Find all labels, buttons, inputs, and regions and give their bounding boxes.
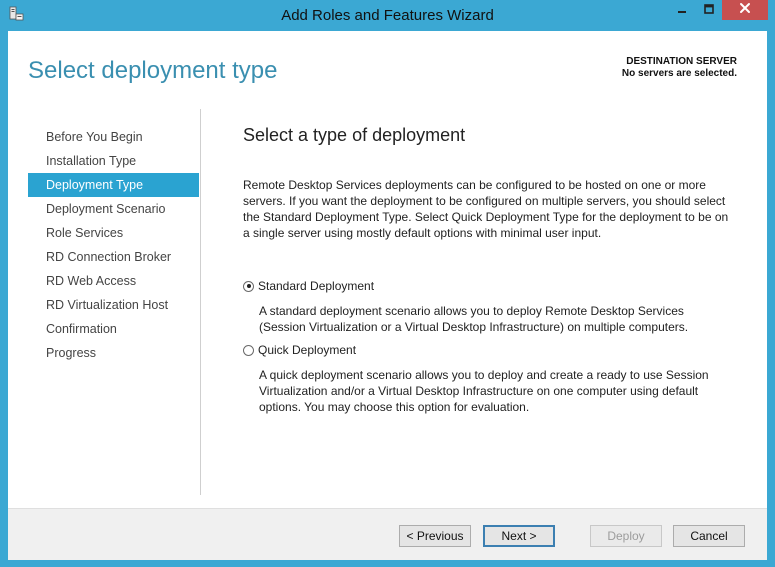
maximize-button[interactable]	[695, 0, 722, 20]
deploy-button: Deploy	[590, 525, 662, 547]
nav-item-rd-virtualization-host: RD Virtualization Host	[46, 298, 169, 312]
nav-item-progress: Progress	[46, 346, 97, 360]
standard-deployment-description: A standard deployment scenario allows yo…	[259, 304, 689, 334]
cancel-button[interactable]: Cancel	[673, 525, 745, 547]
standard-deployment-radio[interactable]	[243, 280, 254, 292]
destination-label: DESTINATION SERVER	[626, 56, 737, 67]
intro-text: Remote Desktop Services deployments can …	[243, 178, 729, 240]
wizard-footer: < Previous Next > Deploy Cancel	[8, 508, 767, 560]
quick-deployment-radio[interactable]	[243, 344, 254, 356]
nav-item-before-you-begin[interactable]: Before You Begin	[28, 125, 199, 149]
minimize-button[interactable]	[668, 0, 695, 20]
content-heading: Select a type of deployment	[243, 125, 466, 145]
destination-value: No servers are selected.	[621, 68, 737, 79]
quick-deployment-option[interactable]: Quick Deployment	[243, 343, 356, 357]
close-icon	[739, 1, 751, 19]
standard-deployment-label[interactable]: Standard Deployment	[258, 279, 374, 293]
window-title: Add Roles and Features Wizard	[281, 7, 494, 24]
page-title: Select deployment type	[28, 57, 278, 84]
wizard-nav: Before You Begin Installation Type Deplo…	[28, 125, 199, 365]
wizard-header: Select deployment type DESTINATION SERVE…	[8, 31, 767, 109]
maximize-icon	[703, 1, 714, 19]
previous-button[interactable]: < Previous	[399, 525, 471, 547]
next-button[interactable]: Next >	[483, 525, 555, 547]
nav-item-rd-connection-broker: RD Connection Broker	[46, 250, 172, 264]
quick-deployment-label[interactable]: Quick Deployment	[258, 343, 356, 357]
nav-divider	[200, 109, 201, 495]
minimize-icon	[677, 1, 687, 19]
destination-server: DESTINATION SERVER No servers are select…	[622, 56, 737, 80]
wizard-client-area: Select deployment type DESTINATION SERVE…	[8, 31, 767, 560]
wizard-window: Add Roles and Features Wizard Select dep…	[0, 0, 775, 567]
nav-item-rd-web-access: RD Web Access	[46, 274, 137, 288]
nav-item-deployment-scenario: Deployment Scenario	[46, 202, 166, 216]
close-button[interactable]	[722, 0, 768, 20]
nav-item-installation-type[interactable]: Installation Type	[28, 149, 199, 173]
nav-item-deployment-type[interactable]: Deployment Type	[28, 173, 199, 197]
content-panel: Select a type of deployment Remote Deskt…	[243, 125, 733, 414]
standard-deployment-option[interactable]: Standard Deployment	[243, 279, 374, 293]
quick-deployment-description: A quick deployment scenario allows you t…	[259, 368, 709, 414]
nav-item-confirmation: Confirmation	[46, 322, 117, 336]
nav-item-role-services: Role Services	[46, 226, 124, 240]
title-bar[interactable]: Add Roles and Features Wizard	[0, 0, 775, 31]
